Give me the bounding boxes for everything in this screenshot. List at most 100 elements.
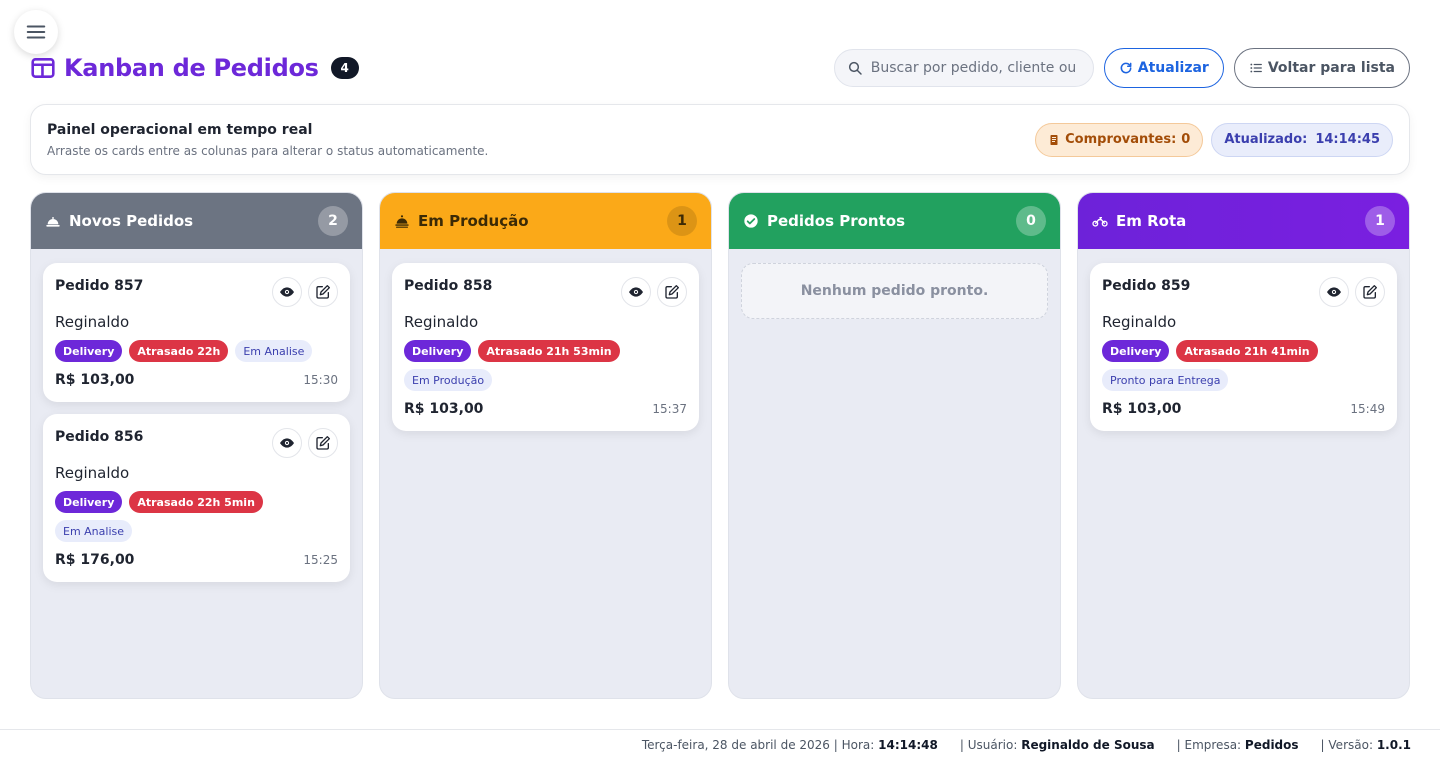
order-card[interactable]: Pedido 858 Reginaldo Delivery Atrasado 2… xyxy=(392,263,699,431)
order-price: R$ 103,00 xyxy=(404,401,484,417)
order-card[interactable]: Pedido 856 Reginaldo Delivery Atrasado 2… xyxy=(43,414,350,582)
edit-button[interactable] xyxy=(657,277,687,307)
late-tag: Atrasado 22h xyxy=(129,340,229,362)
delivery-tag: Delivery xyxy=(404,340,472,362)
receipts-badge: Comprovantes: 0 xyxy=(1035,122,1204,157)
kanban-icon xyxy=(30,55,56,81)
order-title: Pedido 858 xyxy=(404,278,493,294)
hamburger-icon xyxy=(26,25,46,39)
footer-date: Terça-feira, 28 de abril de 2026 xyxy=(641,738,830,752)
receipts-count: 0 xyxy=(1181,132,1191,147)
edit-button[interactable] xyxy=(1355,277,1385,307)
check-circle-icon xyxy=(744,214,758,228)
footer-company: | Empresa: Pedidos xyxy=(1177,738,1299,752)
column-header: Pedidos Prontos 0 xyxy=(729,193,1060,249)
search-input[interactable] xyxy=(870,60,1081,76)
column-title: Pedidos Prontos xyxy=(767,212,906,230)
order-time: 15:37 xyxy=(652,402,687,416)
search-icon xyxy=(848,61,862,75)
customer-name: Reginaldo xyxy=(55,313,130,331)
order-time: 15:30 xyxy=(303,373,338,387)
column-em-rota[interactable]: Em Rota 1 Pedido 859 Reginaldo Delivery … xyxy=(1077,192,1410,699)
footer-company-label: | Empresa: xyxy=(1176,738,1242,752)
column-title: Em Rota xyxy=(1116,212,1187,230)
column-title: Em Produção xyxy=(418,212,529,230)
bell-icon xyxy=(46,217,60,227)
column-title: Novos Pedidos xyxy=(69,212,194,230)
updated-time: 14:14:45 xyxy=(1315,132,1380,147)
column-em-producao[interactable]: Em Produção 1 Pedido 858 Reginaldo Deliv… xyxy=(379,192,712,699)
footer-time: 14:14:48 xyxy=(878,738,938,752)
updated-badge: Atualizado: 14:14:45 xyxy=(1211,122,1393,157)
view-button[interactable] xyxy=(272,277,302,307)
eye-icon xyxy=(1327,287,1341,297)
edit-icon xyxy=(1363,285,1377,299)
view-button[interactable] xyxy=(1319,277,1349,307)
column-count: 0 xyxy=(1016,206,1046,236)
footer-version-label: | Versão: xyxy=(1320,738,1373,752)
view-button[interactable] xyxy=(272,428,302,458)
receipts-label: Comprovantes: xyxy=(1065,132,1177,147)
receipt-icon xyxy=(1050,134,1058,145)
total-count-badge: 4 xyxy=(330,57,359,79)
edit-icon xyxy=(316,285,330,299)
back-to-list-button[interactable]: Voltar para lista xyxy=(1233,48,1410,88)
edit-button[interactable] xyxy=(308,277,338,307)
order-title: Pedido 857 xyxy=(55,278,144,294)
panel-title: Painel operacional em tempo real xyxy=(47,121,313,138)
motorcycle-icon xyxy=(1092,217,1108,227)
edit-button[interactable] xyxy=(308,428,338,458)
status-footer: Terça-feira, 28 de abril de 2026 | Hora:… xyxy=(0,729,1440,760)
delivery-tag: Delivery xyxy=(55,491,123,513)
page-header: Kanban de Pedidos 4 Atualizar Voltar par… xyxy=(30,48,1410,88)
empty-column-message: Nenhum pedido pronto. xyxy=(741,263,1048,319)
back-to-list-label: Voltar para lista xyxy=(1267,60,1395,76)
order-time: 15:25 xyxy=(303,553,338,567)
refresh-icon xyxy=(1120,62,1132,74)
late-tag: Atrasado 22h 5min xyxy=(129,491,263,513)
customer-name: Reginaldo xyxy=(55,464,130,482)
page-title: Kanban de Pedidos xyxy=(64,54,319,82)
panel-subtitle: Arraste os cards entre as colunas para a… xyxy=(47,143,489,158)
column-pedidos-prontos[interactable]: Pedidos Prontos 0 Nenhum pedido pronto. xyxy=(728,192,1061,699)
kanban-board: Novos Pedidos 2 Pedido 857 Reginaldo Del… xyxy=(30,192,1410,699)
footer-datetime: Terça-feira, 28 de abril de 2026 | Hora:… xyxy=(642,738,938,752)
late-tag: Atrasado 21h 41min xyxy=(1176,340,1318,362)
column-header: Novos Pedidos 2 xyxy=(31,193,362,249)
delivery-tag: Delivery xyxy=(1102,340,1170,362)
order-price: R$ 103,00 xyxy=(1102,401,1182,417)
footer-version-number: 1.0.1 xyxy=(1376,738,1411,752)
column-header: Em Rota 1 xyxy=(1078,193,1409,249)
order-title: Pedido 859 xyxy=(1102,278,1191,294)
column-novos-pedidos[interactable]: Novos Pedidos 2 Pedido 857 Reginaldo Del… xyxy=(30,192,363,699)
order-card[interactable]: Pedido 857 Reginaldo Delivery Atrasado 2… xyxy=(43,263,350,402)
list-icon xyxy=(1250,63,1262,73)
column-count: 1 xyxy=(1365,206,1395,236)
refresh-label: Atualizar xyxy=(1137,60,1209,76)
edit-icon xyxy=(665,285,679,299)
order-price: R$ 176,00 xyxy=(55,552,135,568)
search-box[interactable] xyxy=(833,49,1094,87)
updated-label: Atualizado: xyxy=(1224,132,1308,147)
column-count: 2 xyxy=(318,206,348,236)
late-tag: Atrasado 21h 53min xyxy=(478,340,620,362)
order-title: Pedido 856 xyxy=(55,429,144,445)
footer-company-name: Pedidos xyxy=(1244,738,1299,752)
edit-icon xyxy=(316,436,330,450)
refresh-button[interactable]: Atualizar xyxy=(1103,48,1224,88)
info-panel: Painel operacional em tempo real Arraste… xyxy=(30,104,1410,175)
footer-user: | Usuário: Reginaldo de Sousa xyxy=(960,738,1155,752)
eye-icon xyxy=(280,438,294,448)
order-card[interactable]: Pedido 859 Reginaldo Delivery Atrasado 2… xyxy=(1090,263,1397,431)
delivery-tag: Delivery xyxy=(55,340,123,362)
cooking-icon xyxy=(395,215,409,228)
status-tag: Pronto para Entrega xyxy=(1102,369,1229,391)
footer-version: | Versão: 1.0.1 xyxy=(1321,738,1411,752)
footer-user-name: Reginaldo de Sousa xyxy=(1021,738,1155,752)
status-tag: Em Analise xyxy=(55,520,133,542)
customer-name: Reginaldo xyxy=(404,313,479,331)
order-price: R$ 103,00 xyxy=(55,372,135,388)
column-count: 1 xyxy=(667,206,697,236)
column-header: Em Produção 1 xyxy=(380,193,711,249)
view-button[interactable] xyxy=(621,277,651,307)
